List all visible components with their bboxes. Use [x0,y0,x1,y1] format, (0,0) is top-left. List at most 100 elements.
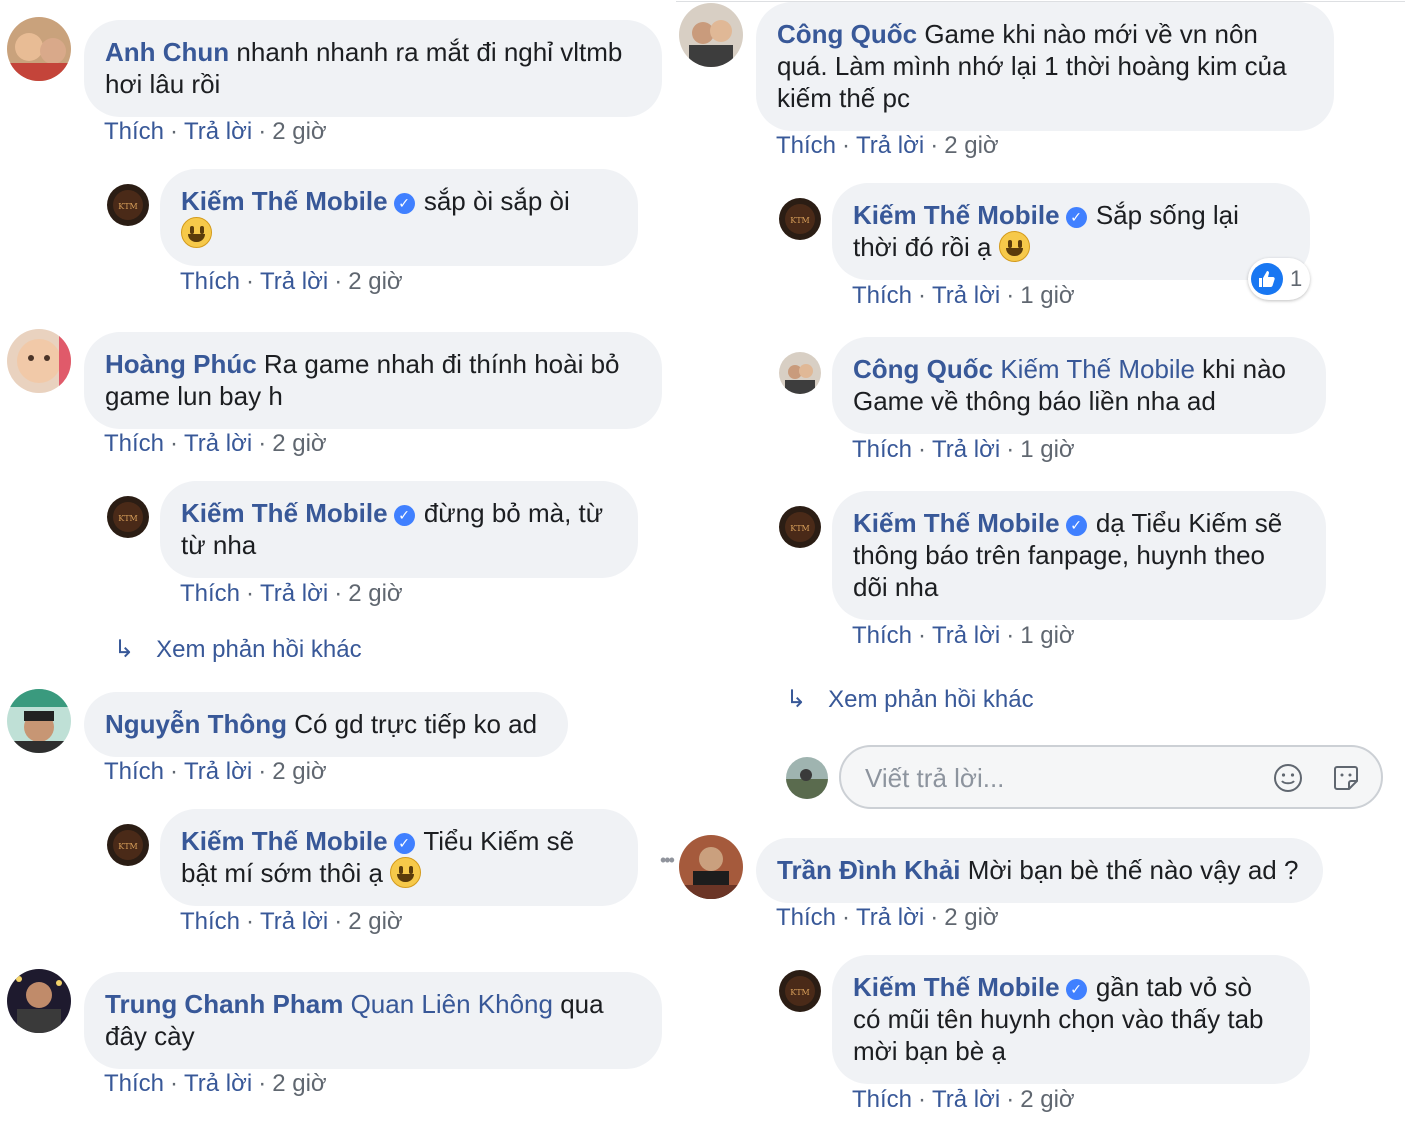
comment-text: Có gd trực tiếp ko ad [294,709,538,739]
separator: · [918,622,927,649]
timestamp[interactable]: 2 giờ [272,430,326,457]
reply-bubble: Kiếm Thế Mobile ✓ Tiểu Kiếm sẽ bật mí sớm… [160,809,638,906]
timestamp[interactable]: 1 giờ [1020,436,1074,463]
reply-link[interactable]: Trả lời [932,622,1000,649]
reply-link[interactable]: Trả lời [932,1086,1000,1113]
svg-text:KTM: KTM [790,988,810,997]
reply-bubble: Kiếm Thế Mobile ✓ đừng bỏ mà, từ từ nha [160,481,638,578]
reply-box [839,745,1383,809]
avatar[interactable]: KTM [107,824,149,866]
avatar[interactable] [7,969,71,1033]
reply-link[interactable]: Trả lời [856,904,924,931]
commenter-name[interactable]: Kiếm Thế Mobile [181,186,388,216]
like-link[interactable]: Thích [852,622,912,649]
like-link[interactable]: Thích [776,904,836,931]
reply-input[interactable] [863,759,1267,797]
commenter-name[interactable]: Kiếm Thế Mobile [181,498,388,528]
avatar[interactable]: KTM [107,496,149,538]
like-link[interactable]: Thích [776,132,836,159]
reply-link[interactable]: Trả lời [184,758,252,785]
sticker-icon[interactable] [1331,763,1361,793]
reply-link[interactable]: Trả lời [856,132,924,159]
view-more-replies-label: Xem phản hồi khác [828,686,1034,713]
commenter-name[interactable]: Trần Đình Khải [777,855,960,885]
reply-link[interactable]: Trả lời [184,1070,252,1097]
reply-link[interactable]: Trả lời [260,908,328,935]
commenter-name[interactable]: Trung Chanh Pham [105,989,343,1019]
reply-link[interactable]: Trả lời [932,436,1000,463]
like-link[interactable]: Thích [104,430,164,457]
emoji-icon[interactable] [1273,763,1303,793]
like-link[interactable]: Thích [180,580,240,607]
timestamp[interactable]: 2 giờ [348,908,402,935]
reaction-badge[interactable]: 1 [1248,258,1310,300]
timestamp[interactable]: 1 giờ [1020,622,1074,649]
comment-text: Mời bạn bè thế nào vậy ad ? [967,855,1299,885]
separator: · [170,118,179,145]
like-link[interactable]: Thích [104,758,164,785]
commenter-name[interactable]: Kiếm Thế Mobile [853,200,1060,230]
reply-link[interactable]: Trả lời [260,580,328,607]
separator: · [170,430,179,457]
timestamp[interactable]: 2 giờ [272,758,326,785]
commenter-name[interactable]: Anh Chun [105,37,229,67]
like-link[interactable]: Thích [180,908,240,935]
separator: · [1006,1086,1015,1113]
timestamp[interactable]: 2 giờ [1020,1086,1074,1113]
timestamp[interactable]: 2 giờ [348,268,402,295]
more-options-icon[interactable]: ••• [660,850,675,871]
separator: · [258,430,267,457]
separator: · [246,268,255,295]
commenter-name[interactable]: Kiếm Thế Mobile [853,508,1060,538]
reply-link[interactable]: Trả lời [184,118,252,145]
verified-icon: ✓ [393,833,415,854]
verified-icon: ✓ [1065,515,1087,536]
like-link[interactable]: Thích [852,282,912,309]
timestamp[interactable]: 2 giờ [272,118,326,145]
comment-actions: Thích · Trả lời · 2 giờ [776,132,999,160]
commenter-name[interactable]: Kiếm Thế Mobile [181,826,388,856]
avatar[interactable] [779,352,821,394]
commenter-name[interactable]: Hoàng Phúc [105,349,257,379]
commenter-name[interactable]: Nguyễn Thông [105,709,287,739]
timestamp[interactable]: 2 giờ [348,580,402,607]
separator: · [258,118,267,145]
reply-bubble: Kiếm Thế Mobile ✓ gần tab vỏ sò có mũi tê… [832,955,1310,1084]
avatar[interactable]: KTM [779,970,821,1012]
avatar[interactable] [679,3,743,67]
avatar[interactable] [679,835,743,899]
timestamp[interactable]: 2 giờ [944,904,998,931]
separator: · [842,132,851,159]
grinning-emoji-icon [390,857,422,888]
avatar[interactable] [7,329,71,393]
reply-link[interactable]: Trả lời [184,430,252,457]
separator: · [842,904,851,931]
view-more-replies-link[interactable]: ↳ Xem phản hồi khác [114,635,362,664]
like-link[interactable]: Thích [852,1086,912,1113]
avatar[interactable]: KTM [107,184,149,226]
comment-actions: Thích · Trả lời · 2 giờ [180,908,403,936]
separator: · [334,268,343,295]
reply-link[interactable]: Trả lời [260,268,328,295]
separator: · [918,282,927,309]
mentioned-user-link[interactable]: Kiếm Thế Mobile [1000,354,1195,384]
like-link[interactable]: Thích [104,118,164,145]
avatar[interactable] [7,689,71,753]
avatar[interactable]: KTM [779,506,821,548]
commenter-name[interactable]: Công Quốc [777,19,917,49]
avatar[interactable]: KTM [779,198,821,240]
reply-link[interactable]: Trả lời [932,282,1000,309]
commenter-name[interactable]: Kiếm Thế Mobile [853,972,1060,1002]
view-more-replies-link[interactable]: ↳ Xem phản hồi khác [786,685,1034,714]
mentioned-user-link[interactable]: Quan Liên Không [351,989,553,1019]
like-link[interactable]: Thích [852,436,912,463]
timestamp[interactable]: 1 giờ [1020,282,1074,309]
like-link[interactable]: Thích [180,268,240,295]
reply-bubble: Kiếm Thế Mobile ✓ dạ Tiểu Kiếm sẽ thông b… [832,491,1326,620]
commenter-name[interactable]: Công Quốc [853,354,993,384]
timestamp[interactable]: 2 giờ [272,1070,326,1097]
like-link[interactable]: Thích [104,1070,164,1097]
avatar[interactable] [7,17,71,81]
separator: · [258,758,267,785]
timestamp[interactable]: 2 giờ [944,132,998,159]
